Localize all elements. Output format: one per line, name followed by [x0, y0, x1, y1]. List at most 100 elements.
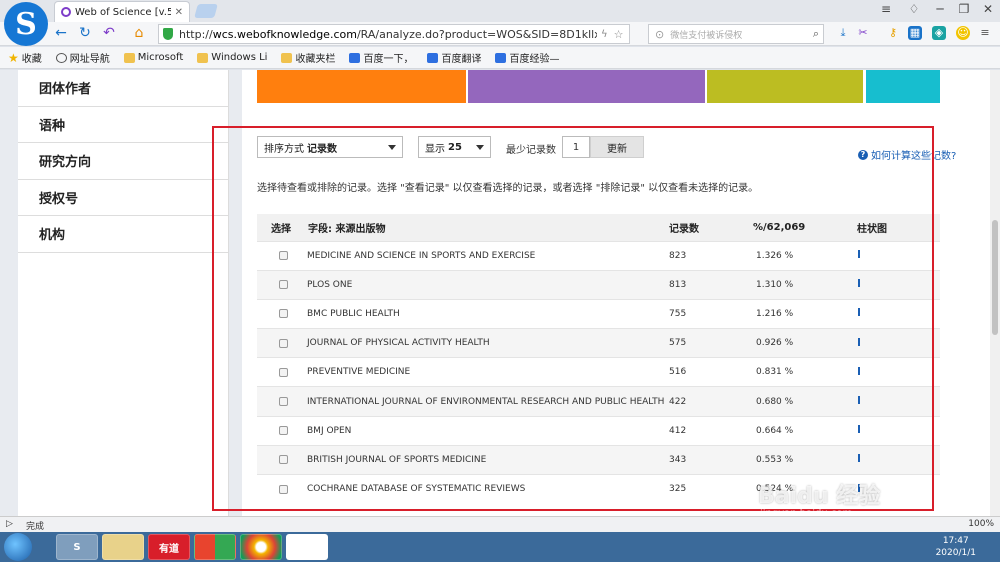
vertical-scrollbar[interactable] [990, 70, 1000, 516]
treemap-block-purple [468, 70, 705, 103]
row-source: INTERNATIONAL JOURNAL OF ENVIRONMENTAL R… [307, 386, 669, 417]
bookmark-star-icon[interactable]: ☆ [614, 28, 624, 41]
key-icon[interactable]: ⚷ [886, 26, 900, 40]
undo-icon[interactable]: ↶ [100, 25, 118, 41]
zoom-level[interactable]: 100% [968, 519, 994, 529]
row-bar [858, 396, 860, 405]
table-row: COCHRANE DATABASE OF SYSTEMATIC REVIEWS 3… [257, 473, 940, 504]
address-bar[interactable]: http://wcs.webofknowledge.com/RA/analyze… [158, 24, 630, 44]
tab-title: Web of Science [v.5.34 [75, 6, 171, 18]
bookmark-item[interactable]: 收藏夹栏 [281, 50, 335, 65]
sidebar-item-grant-number[interactable]: 授权号 [18, 180, 228, 216]
row-checkbox[interactable] [279, 367, 288, 377]
sidebar-toggle-icon[interactable]: ▷ [6, 519, 13, 529]
chrome-icon[interactable] [240, 534, 282, 560]
row-bar-cell [856, 240, 940, 271]
sidebar-item-organization[interactable]: 机构 [18, 216, 228, 253]
bookmark-item[interactable]: 百度一下， [349, 50, 413, 65]
treemap-block-olive [707, 70, 863, 103]
scrollbar-thumb[interactable] [992, 220, 998, 335]
bookmark-favorites[interactable]: ★ 收藏 [8, 50, 42, 66]
scissors-icon[interactable]: ✂ [856, 26, 870, 40]
row-bar-cell [856, 415, 940, 446]
navigation-bar: ← ↻ ↶ ⌂ http://wcs.webofknowledge.com/RA… [0, 22, 1000, 46]
maximize-icon[interactable]: ❐ [952, 2, 976, 16]
row-bar-cell [856, 444, 940, 475]
row-checkbox[interactable] [279, 426, 288, 436]
bookmark-item[interactable]: 百度经验— [495, 50, 559, 65]
row-percent: 0.831 % [753, 357, 856, 387]
close-window-icon[interactable]: ✕ [976, 2, 1000, 16]
browser-tab[interactable]: Web of Science [v.5.34 ✕ [54, 1, 190, 22]
office-icon[interactable] [194, 534, 236, 560]
show-count-select[interactable]: 显示 25 [418, 136, 491, 158]
row-select-cell [257, 357, 307, 387]
row-checkbox[interactable] [279, 397, 288, 407]
row-source: BMJ OPEN [307, 415, 669, 446]
instruction-text: 选择待查看或排除的记录。选择 "查看记录" 以仅查看选择的记录，或者选择 "排除… [257, 183, 759, 194]
row-bar [858, 366, 860, 375]
url-text[interactable]: http://wcs.webofknowledge.com/RA/analyze… [179, 28, 597, 41]
wps-icon[interactable] [286, 534, 328, 560]
start-button[interactable] [4, 533, 32, 561]
min-records-input[interactable]: 1 [562, 136, 590, 158]
row-bar [858, 279, 860, 288]
row-checkbox[interactable] [279, 484, 288, 494]
sogou-browser-task-icon[interactable]: S [56, 534, 98, 560]
translate-icon [427, 52, 439, 63]
how-calculated-link[interactable]: ? 如何计算这些记数? [858, 147, 956, 162]
lightning-icon[interactable]: ϟ [601, 29, 608, 40]
skin-icon[interactable]: ♢ [902, 2, 926, 16]
search-input[interactable]: 微信支付被诉侵权 [670, 28, 742, 41]
row-bar [858, 250, 860, 259]
row-bar [858, 308, 860, 317]
search-icon[interactable]: ⌕ [813, 27, 819, 41]
min-records-label: 最少记录数 [506, 145, 556, 156]
sidebar-item-group-author[interactable]: 团体作者 [18, 70, 228, 107]
back-icon[interactable]: ← [52, 25, 70, 41]
more-menu-icon[interactable]: ≡ [978, 26, 992, 40]
emoji-icon[interactable]: ☺ [956, 26, 970, 40]
row-checkbox[interactable] [279, 338, 288, 348]
row-source: JOURNAL OF PHYSICAL ACTIVITY HEALTH [307, 328, 669, 358]
bookmarks-bar: ★ 收藏 网址导航 Microsoft Windows Li 收藏夹栏 百度一下，… [0, 47, 1000, 69]
results-table: 选择 字段: 来源出版物 记录数 %/62,069 柱状图 MEDICINE A… [257, 214, 940, 504]
close-tab-icon[interactable]: ✕ [175, 7, 183, 18]
extension-icon[interactable]: ▦ [908, 26, 922, 40]
sidebar-item-language[interactable]: 语种 [18, 107, 228, 143]
search-box[interactable]: ⊙ 微信支付被诉侵权 ⌕ [648, 24, 824, 44]
row-checkbox[interactable] [279, 309, 288, 319]
wos-favicon-icon [61, 7, 71, 17]
table-header-row: 选择 字段: 来源出版物 记录数 %/62,069 柱状图 [257, 214, 940, 241]
row-bar-cell [856, 386, 940, 417]
bookmark-item[interactable]: Microsoft [123, 52, 183, 63]
row-checkbox[interactable] [279, 251, 288, 261]
youdao-icon[interactable]: 有道 [148, 534, 190, 560]
bookmark-item[interactable]: Windows Li [197, 52, 267, 63]
minimize-icon[interactable]: ─ [928, 2, 952, 16]
download-icon[interactable]: ⤓ [836, 26, 850, 40]
row-source: PREVENTIVE MEDICINE [307, 357, 669, 387]
home-icon[interactable]: ⌂ [130, 25, 148, 41]
menu-icon[interactable]: ≡ [874, 2, 898, 16]
refresh-icon[interactable]: ↻ [76, 25, 94, 41]
update-button[interactable]: 更新 [590, 136, 644, 158]
new-tab-button[interactable] [194, 4, 218, 18]
row-percent: 0.664 % [753, 415, 856, 446]
file-explorer-icon[interactable] [102, 534, 144, 560]
row-checkbox[interactable] [279, 280, 288, 290]
bookmark-item[interactable]: 网址导航 [55, 50, 110, 65]
table-row: JOURNAL OF PHYSICAL ACTIVITY HEALTH 575 0.… [257, 328, 940, 358]
sogou-browser-logo[interactable]: S [4, 2, 48, 46]
row-bar [858, 425, 860, 434]
row-count: 325 [669, 473, 753, 504]
table-row: BMJ OPEN 412 0.664 % [257, 415, 940, 446]
row-source: MEDICINE AND SCIENCE IN SPORTS AND EXERC… [307, 240, 669, 271]
row-checkbox[interactable] [279, 455, 288, 465]
sidebar-item-research-area[interactable]: 研究方向 [18, 143, 228, 180]
sort-by-select[interactable]: 排序方式 记录数 [257, 136, 403, 158]
translate-icon[interactable]: ◈ [932, 26, 946, 40]
system-clock[interactable]: 17:47 2020/1/1 [936, 535, 976, 559]
bookmark-item[interactable]: 百度翻译 [427, 50, 481, 65]
row-select-cell [257, 444, 307, 475]
